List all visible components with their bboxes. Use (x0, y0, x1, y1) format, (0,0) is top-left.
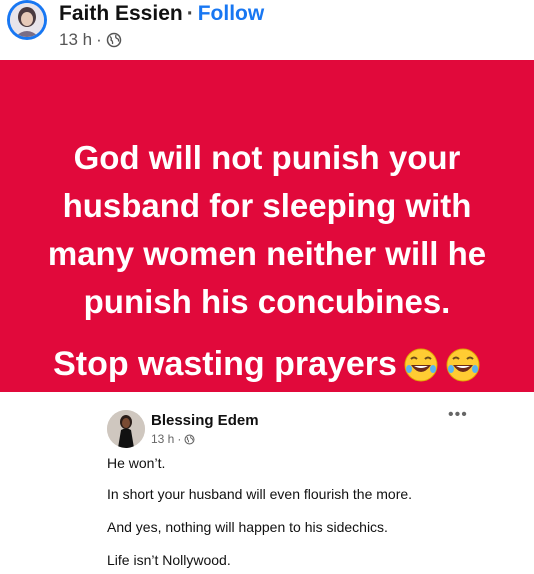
comment-line: He won’t. (107, 455, 166, 471)
author-avatar[interactable] (7, 0, 47, 40)
author-name[interactable]: Faith Essien (59, 2, 183, 25)
laughing-emoji-icon (404, 348, 438, 381)
post-punchline: Stop wasting prayers (0, 345, 534, 384)
comment-line: In short your husband will even flourish… (107, 486, 413, 502)
globe-icon[interactable] (184, 433, 195, 445)
comment-time[interactable]: 13 h (151, 432, 174, 446)
comment-line: And yes, nothing will happen to his side… (107, 519, 388, 535)
commenter-name[interactable]: Blessing Edem (151, 412, 259, 429)
post-time[interactable]: 13 h (59, 30, 92, 50)
author-line: Faith Essien · Follow (59, 2, 264, 26)
laughing-emoji-icon (446, 348, 480, 381)
comment-line: Life isn’t Nollywood. (107, 552, 231, 568)
post-quote: God will not punish your husband for sle… (47, 139, 487, 320)
post-meta: 13 h · (59, 30, 122, 50)
globe-icon[interactable] (106, 32, 122, 48)
punchline-text: Stop wasting prayers (53, 345, 397, 383)
comment-meta-dot: · (177, 432, 182, 446)
meta-dot: · (96, 30, 102, 49)
commenter-avatar[interactable] (107, 410, 145, 448)
author-avatar-image (10, 3, 44, 37)
avatar-portrait-icon (10, 3, 44, 37)
separator-dot: · (186, 2, 194, 25)
post-header: Faith Essien · Follow 13 h · (0, 0, 534, 58)
comment-meta: 13 h · (151, 432, 195, 446)
follow-button[interactable]: Follow (198, 2, 265, 25)
avatar-person-icon (107, 410, 145, 448)
more-options-icon[interactable]: ••• (448, 406, 468, 424)
